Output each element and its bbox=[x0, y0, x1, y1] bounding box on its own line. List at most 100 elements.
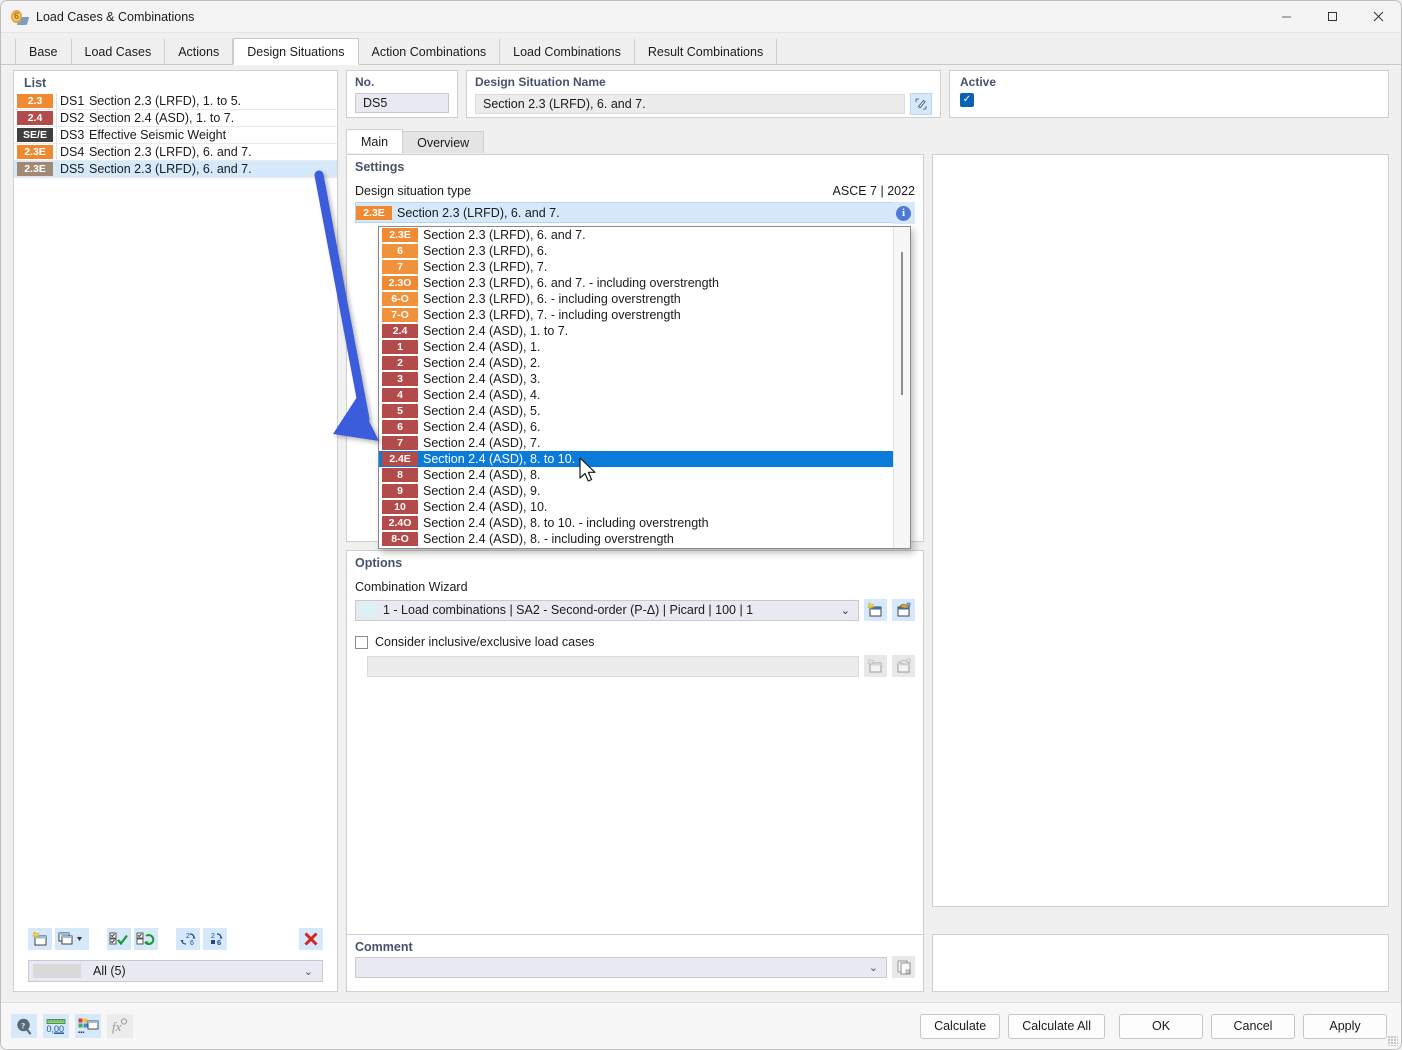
list-item-selected[interactable]: 2.3E DS5 Section 2.3 (LRFD), 6. and 7. bbox=[14, 161, 337, 178]
row-badge: 2.3E bbox=[17, 162, 53, 176]
dropdown-option[interactable]: 9 Section 2.4 (ASD), 9. bbox=[379, 483, 893, 499]
option-badge: 1 bbox=[382, 340, 418, 354]
consider-inclusive-label: Consider inclusive/exclusive load cases bbox=[375, 635, 595, 649]
info-icon[interactable]: i bbox=[892, 202, 915, 224]
copy-item-icon[interactable] bbox=[55, 928, 89, 950]
resize-grip[interactable] bbox=[1388, 1036, 1398, 1046]
comment-input[interactable]: ⌄ bbox=[355, 956, 887, 978]
option-text: Section 2.4 (ASD), 6. bbox=[423, 420, 541, 434]
tab-actions[interactable]: Actions bbox=[165, 39, 234, 64]
edit-inclusive-icon bbox=[892, 655, 915, 677]
tab-main[interactable]: Main bbox=[346, 129, 404, 153]
dropdown-option[interactable]: 3 Section 2.4 (ASD), 3. bbox=[379, 371, 893, 387]
combination-wizard-value: 1 - Load combinations | SA2 - Second-ord… bbox=[383, 603, 754, 617]
cancel-button[interactable]: Cancel bbox=[1211, 1013, 1295, 1039]
chevron-down-icon: ⌄ bbox=[868, 961, 878, 974]
renumber-icon[interactable]: 26 bbox=[176, 928, 200, 950]
dropdown-option[interactable]: 2 Section 2.4 (ASD), 2. bbox=[379, 355, 893, 371]
combination-wizard-row: 1 - Load combinations | SA2 - Second-ord… bbox=[347, 599, 923, 621]
option-badge: 6 bbox=[382, 420, 418, 434]
row-no: DS4 bbox=[60, 145, 85, 159]
bottom-left-tools: ? 0, 00 ▪▪▪ fx bbox=[1, 1014, 133, 1038]
design-situation-type-dropdown[interactable]: 2.3E Section 2.3 (LRFD), 6. and 7. 6 Secti… bbox=[378, 226, 911, 549]
consider-inclusive-checkbox[interactable] bbox=[355, 635, 368, 649]
list-item[interactable]: 2.3 DS1 Section 2.3 (LRFD), 1. to 5. bbox=[14, 93, 337, 110]
dropdown-option[interactable]: 6 Section 2.4 (ASD), 6. bbox=[379, 419, 893, 435]
name-field-group: Design Situation Name Section 2.3 (LRFD)… bbox=[466, 70, 941, 118]
calculate-button[interactable]: Calculate bbox=[920, 1013, 1001, 1039]
new-item-icon[interactable] bbox=[28, 928, 52, 950]
scrollbar-thumb[interactable] bbox=[901, 252, 903, 395]
dropdown-option[interactable]: 5 Section 2.4 (ASD), 5. bbox=[379, 403, 893, 419]
ok-button[interactable]: OK bbox=[1119, 1013, 1203, 1039]
mouse-cursor bbox=[579, 457, 599, 488]
option-text: Section 2.4 (ASD), 5. bbox=[423, 404, 541, 418]
tab-action-combinations[interactable]: Action Combinations bbox=[359, 39, 501, 64]
copy-comment-icon[interactable] bbox=[892, 956, 915, 978]
dropdown-option[interactable]: 2.4O Section 2.4 (ASD), 8. to 10. - inclu… bbox=[379, 515, 893, 531]
dropdown-option[interactable]: 6-O Section 2.3 (LRFD), 6. - including ov… bbox=[379, 291, 893, 307]
apply-button[interactable]: Apply bbox=[1303, 1013, 1387, 1039]
settings-title: Settings bbox=[355, 160, 405, 174]
no-input[interactable]: DS5 bbox=[355, 93, 449, 113]
tab-load-combinations[interactable]: Load Combinations bbox=[500, 39, 635, 64]
help-icon[interactable]: ? bbox=[11, 1014, 37, 1038]
option-badge: 8 bbox=[382, 468, 418, 482]
units-icon[interactable]: 0, 00 bbox=[43, 1014, 69, 1038]
tab-base[interactable]: Base bbox=[15, 39, 72, 64]
dropdown-option[interactable]: 7 Section 2.3 (LRFD), 7. bbox=[379, 259, 893, 275]
list-item[interactable]: SE/E DS3 Effective Seismic Weight bbox=[14, 127, 337, 144]
delete-icon[interactable] bbox=[299, 928, 323, 950]
svg-text:?: ? bbox=[21, 1021, 25, 1031]
no-field-group: No. DS5 bbox=[346, 70, 458, 118]
dropdown-option[interactable]: 7 Section 2.4 (ASD), 7. bbox=[379, 435, 893, 451]
edit-pencil-icon[interactable] bbox=[910, 93, 932, 115]
dropdown-option[interactable]: 4 Section 2.4 (ASD), 4. bbox=[379, 387, 893, 403]
minimize-icon[interactable] bbox=[1263, 1, 1309, 33]
select-all-icon[interactable] bbox=[107, 928, 131, 950]
inner-tab-bar: Main Overview bbox=[346, 129, 1389, 153]
name-input[interactable]: Section 2.3 (LRFD), 6. and 7. bbox=[475, 94, 905, 114]
dropdown-list: 2.3E Section 2.3 (LRFD), 6. and 7. 6 Secti… bbox=[379, 227, 893, 548]
dropdown-option[interactable]: 2.4 Section 2.4 (ASD), 1. to 7. bbox=[379, 323, 893, 339]
dropdown-option[interactable]: 8 Section 2.4 (ASD), 8. bbox=[379, 467, 893, 483]
dropdown-scrollbar[interactable] bbox=[893, 227, 910, 548]
row-badge: 2.4 bbox=[17, 111, 53, 125]
option-text: Section 2.4 (ASD), 1. to 7. bbox=[423, 324, 569, 338]
active-checkbox[interactable]: ✓ bbox=[960, 93, 974, 107]
option-text: Section 2.3 (LRFD), 7. - including overs… bbox=[423, 308, 681, 322]
dropdown-option[interactable]: 1 Section 2.4 (ASD), 1. bbox=[379, 339, 893, 355]
dropdown-option[interactable]: 6 Section 2.3 (LRFD), 6. bbox=[379, 243, 893, 259]
edit-wizard-icon[interactable] bbox=[892, 599, 915, 621]
list-filter-dropdown[interactable]: All (5) ⌄ bbox=[28, 960, 323, 982]
display-properties-icon[interactable]: ▪▪▪ bbox=[75, 1014, 101, 1038]
new-wizard-icon[interactable] bbox=[864, 599, 887, 621]
dropdown-option[interactable]: 7-O Section 2.3 (LRFD), 7. - including ov… bbox=[379, 307, 893, 323]
maximize-icon[interactable] bbox=[1309, 1, 1355, 33]
renumber-fixed-icon[interactable]: 26 bbox=[203, 928, 227, 950]
option-badge: 2 bbox=[382, 356, 418, 370]
list-item[interactable]: 2.3E DS4 Section 2.3 (LRFD), 6. and 7. bbox=[14, 144, 337, 161]
option-badge: 7-O bbox=[382, 308, 418, 322]
tab-design-situations[interactable]: Design Situations bbox=[233, 38, 359, 65]
option-badge: 5 bbox=[382, 404, 418, 418]
dropdown-option[interactable]: 2.3E Section 2.3 (LRFD), 6. and 7. bbox=[379, 227, 893, 243]
tab-load-cases[interactable]: Load Cases bbox=[72, 39, 166, 64]
close-icon[interactable] bbox=[1355, 1, 1401, 33]
dropdown-option[interactable]: 2.3O Section 2.3 (LRFD), 6. and 7. - incl… bbox=[379, 275, 893, 291]
option-text: Section 2.4 (ASD), 8. to 10. - including… bbox=[423, 516, 709, 530]
options-title: Options bbox=[355, 556, 403, 570]
invert-selection-icon[interactable] bbox=[134, 928, 158, 950]
dropdown-option-highlighted[interactable]: 2.4E Section 2.4 (ASD), 8. to 10. bbox=[379, 451, 893, 467]
tab-overview[interactable]: Overview bbox=[402, 131, 485, 153]
calculate-all-button[interactable]: Calculate All bbox=[1008, 1013, 1105, 1039]
list-item[interactable]: 2.4 DS2 Section 2.4 (ASD), 1. to 7. bbox=[14, 110, 337, 127]
tab-result-combinations[interactable]: Result Combinations bbox=[635, 39, 778, 64]
dropdown-option[interactable]: 8-O Section 2.4 (ASD), 8. - including ove… bbox=[379, 531, 893, 547]
comment-card: Comment ⌄ bbox=[346, 934, 924, 992]
combination-wizard-combo[interactable]: 1 - Load combinations | SA2 - Second-ord… bbox=[355, 599, 859, 621]
design-situation-type-combo[interactable]: 2.3E Section 2.3 (LRFD), 6. and 7. ⌄ bbox=[355, 202, 915, 223]
consider-inclusive-row[interactable]: Consider inclusive/exclusive load cases bbox=[347, 621, 923, 649]
dropdown-option[interactable]: 10 Section 2.4 (ASD), 10. bbox=[379, 499, 893, 515]
option-text: Section 2.3 (LRFD), 6. and 7. - includin… bbox=[423, 276, 719, 290]
